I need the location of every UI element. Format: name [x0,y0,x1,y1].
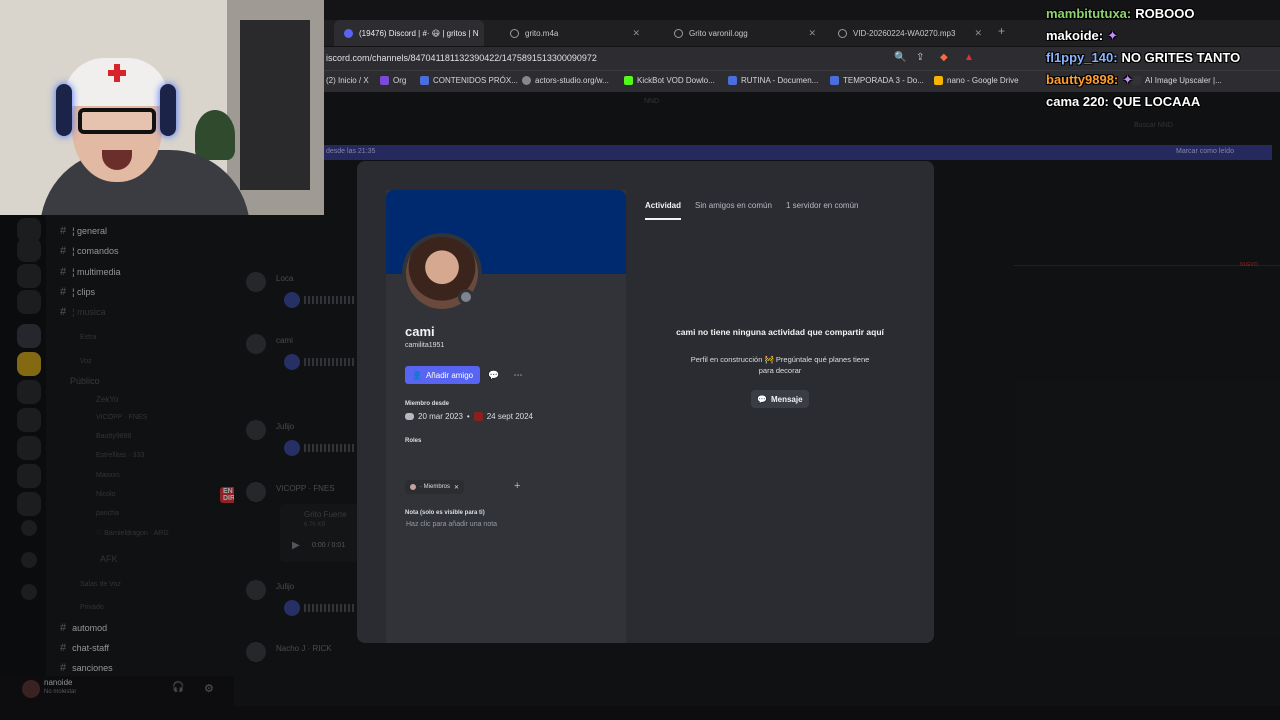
chat-text: ROBOOO [1135,6,1195,21]
sparkle-emote-icon: ✦ [1107,28,1118,43]
chat-line: bautty9898: ✦ [1046,72,1133,88]
chat-text: QUE LOCAAA [1112,94,1201,109]
headphones-icon [160,84,176,136]
chat-user: fl1ppy_140: [1046,50,1118,65]
zoom-icon[interactable]: 🔍 [894,52,906,63]
add-user-icon: 👤 [412,370,422,380]
tab-activity[interactable]: Actividad [645,201,681,210]
role-name: · Miembros [420,484,451,490]
profile-avatar[interactable] [402,233,482,313]
stream-chat-overlay: mambitutuxa: ROBOOO makoide: ✦ fl1ppy_140:… [1046,4,1280,116]
brave-shield-icon[interactable]: ◆ [940,52,948,63]
red-cross-icon [108,64,126,82]
role-chip[interactable]: · Miembros ✕ [405,480,465,494]
new-tab-button[interactable]: + [998,24,1005,38]
role-color-dot [410,484,416,490]
kick-icon [624,76,633,85]
sparkle-emote-icon: ✦ [1122,72,1134,87]
bookmark-item[interactable]: (2) Inicio / X [326,76,369,85]
globe-icon [838,28,847,38]
bookmark-item[interactable]: TEMPORADA 3 - Do... [830,76,924,85]
close-tab-icon[interactable]: ✕ [632,28,640,39]
display-name: cami [405,324,435,339]
server-icon [473,412,483,421]
globe-icon [674,28,683,38]
chat-user: mambitutuxa: [1046,6,1132,21]
tab-mutual-servers[interactable]: 1 servidor en común [786,201,858,210]
chat-bubble-icon: 💬 [757,394,767,404]
close-tab-icon[interactable]: ✕ [808,28,816,39]
discord-favicon-icon [344,28,353,38]
tab-title: (19476) Discord | #· 😃 | gritos | N [359,28,479,38]
role-remove-icon[interactable]: ✕ [454,484,459,491]
bookmark-item[interactable]: Org [380,76,406,85]
bottom-strip [0,706,1280,720]
bookmark-item[interactable]: KickBot VOD Dowlo... [624,76,715,85]
user-profile-modal: cami camilita1951 👤 Añadir amigo 💬 ⋯ Mie… [357,161,934,643]
browser-tab[interactable]: Grito varonil.ogg ✕ [664,20,826,46]
empty-activity-subtitle: Perfil en construcción 🚧 Pregúntale qué … [690,355,870,375]
username: camilita1951 [405,342,445,349]
bookmark-item[interactable]: CONTENIDOS PRÓX... [420,76,518,85]
chat-line: cama 220: QUE LOCAAA [1046,94,1200,109]
drive-icon [934,76,943,85]
profile-card: cami camilita1951 👤 Añadir amigo 💬 ⋯ Mie… [386,190,626,643]
discord-join-date: 20 mar 2023 [418,412,463,421]
add-role-icon[interactable]: + [514,480,520,492]
globe-icon [510,28,519,38]
add-friend-label: Añadir amigo [425,370,474,380]
message-button-label: Mensaje [770,394,803,404]
message-bubble-icon[interactable]: 💬 [486,367,502,383]
chat-user: bautty9898: [1046,72,1119,87]
webcam-feed [0,0,324,215]
screen: #¦ general 8 #¦ comandos 10 #¦ multimedi… [0,0,1280,720]
brave-rewards-icon[interactable]: ▲ [964,52,974,63]
bookmark-item[interactable]: RUTINA - Documen... [728,76,818,85]
bookmark-item[interactable]: actors-studio.org/w... [522,76,609,85]
separator-dot: • [466,412,470,421]
browser-tab[interactable]: VID-20260224-WA0270.mp3 ✕ [828,20,992,46]
chat-line: fl1ppy_140: NO GRITES TANTO [1046,50,1240,65]
member-since-dates: 20 mar 2023 • 24 sept 2024 [405,412,533,421]
note-label: Nota (solo es visible para ti) [405,510,485,516]
add-friend-button[interactable]: 👤 Añadir amigo [405,366,481,384]
tab-title: VID-20260224-WA0270.mp3 [853,28,956,38]
empty-activity-title: cami no tiene ninguna actividad que comp… [676,327,884,337]
chat-line: makoide: ✦ [1046,28,1118,44]
tab-title: Grito varonil.ogg [689,28,748,38]
discord-logo-icon [405,413,414,420]
browser-tab[interactable]: grito.m4a ✕ [500,20,650,46]
server-join-date: 24 sept 2024 [486,412,533,421]
webcam-shelf [240,20,310,190]
close-tab-icon[interactable]: ✕ [974,28,982,39]
tab-title: grito.m4a [525,28,559,38]
globe-icon [522,76,531,85]
glasses [78,108,156,134]
member-since-label: Miembro desde [405,401,450,407]
bookmark-icon [420,76,429,85]
chat-user: cama 220: [1046,94,1109,109]
webcam-plant [195,110,235,160]
docs-icon [728,76,737,85]
share-icon[interactable]: ⇪ [916,52,924,63]
active-tab-indicator [645,218,681,220]
url-text[interactable]: iscord.com/channels/847041181132390422/1… [326,53,597,63]
tab-mutual-friends[interactable]: Sin amigos en común [695,201,772,210]
bookmark-item[interactable]: nano - Google Drive [934,76,1019,85]
headphones-icon [56,84,72,136]
status-offline-icon [458,289,474,305]
browser-tab-discord[interactable]: (19476) Discord | #· 😃 | gritos | N [334,20,484,46]
docs-icon [830,76,839,85]
more-options-icon[interactable]: ⋯ [510,367,526,383]
note-input[interactable]: Haz clic para añadir una nota [406,521,497,528]
chat-user: makoide: [1046,28,1104,43]
message-button[interactable]: 💬 Mensaje [751,390,809,408]
chat-line: mambitutuxa: ROBOOO [1046,6,1194,21]
chat-text: NO GRITES TANTO [1121,50,1241,65]
roles-label: Roles [405,438,422,444]
bookmark-icon [380,76,389,85]
